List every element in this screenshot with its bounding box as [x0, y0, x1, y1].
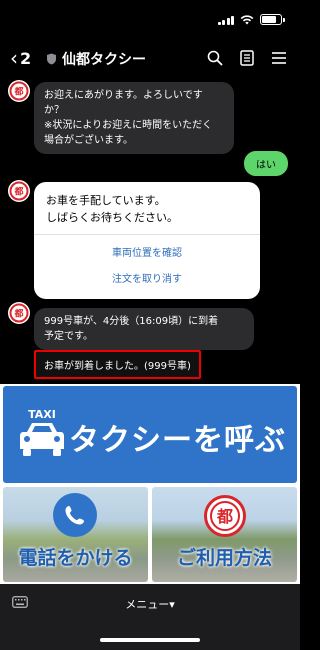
sendo-taxi-logo-icon: 都	[9, 81, 29, 101]
message-line: お車を手配しています。	[46, 194, 166, 207]
wifi-icon	[240, 14, 254, 24]
notes-button[interactable]	[238, 49, 256, 67]
message-bubble-reply: はい	[244, 151, 288, 176]
svg-text:都: 都	[13, 86, 23, 98]
how-to-use-label: ご利用方法	[176, 547, 272, 569]
rich-menu: TAXI タクシーを呼ぶ 電話をかける 都 ご利用方法	[0, 384, 300, 584]
svg-text:都: 都	[216, 507, 233, 526]
home-indicator[interactable]	[100, 638, 200, 642]
chat-header: ‹ 2 仙都タクシー	[0, 38, 300, 78]
message-line: か？	[44, 105, 64, 116]
check-vehicle-location-button[interactable]: 車両位置を確認	[34, 241, 260, 267]
notes-icon	[240, 50, 254, 66]
message-bubble-greeting: お迎えにあがります。よろしいです か？ ※状況によりお迎えに時間をいただく 場合…	[34, 82, 234, 154]
how-to-use-button[interactable]: 都 ご利用方法	[152, 487, 297, 582]
message-line: しばらくお待ちください。	[46, 211, 178, 224]
message-line: 場合がございます。	[44, 135, 133, 146]
call-phone-button[interactable]: 電話をかける	[3, 487, 148, 582]
chat-title: 仙都タクシー	[62, 52, 146, 68]
back-button[interactable]: ‹ 2	[10, 48, 31, 68]
call-taxi-button[interactable]: TAXI タクシーを呼ぶ	[3, 386, 297, 483]
chat-title-group[interactable]: 仙都タクシー	[46, 49, 146, 69]
rich-menu-toggle[interactable]: メニュー▾	[0, 596, 300, 612]
menu-button[interactable]	[270, 49, 288, 67]
phone-icon	[53, 493, 97, 537]
bottom-bar: メニュー▾	[0, 584, 300, 650]
dispatch-card: お車を手配しています。 しばらくお待ちください。 車両位置を確認 注文を取り消す	[34, 182, 260, 299]
taxi-car-icon: TAXI	[20, 408, 64, 456]
chat-message-list[interactable]: 都 お迎えにあがります。よろしいです か？ ※状況によりお迎えに時間をいただく …	[0, 78, 300, 384]
cancel-order-button[interactable]: 注文を取り消す	[34, 267, 260, 293]
verified-shield-icon	[47, 53, 56, 65]
bot-avatar[interactable]: 都	[8, 180, 30, 202]
svg-text:都: 都	[13, 308, 23, 320]
message-line: 999号車が、4分後（16:09頃）に到着	[44, 316, 219, 327]
chevron-left-icon: ‹	[10, 46, 18, 70]
battery-icon	[260, 14, 285, 25]
cellular-signal-icon	[217, 15, 234, 25]
bot-avatar[interactable]: 都	[8, 80, 30, 102]
svg-text:TAXI: TAXI	[28, 408, 56, 421]
message-arrived-highlighted: お車が到着しました。(999号車)	[34, 350, 201, 379]
search-button[interactable]	[206, 49, 224, 67]
status-icons	[217, 14, 285, 25]
status-bar	[0, 0, 300, 38]
message-line: お迎えにあがります。よろしいです	[44, 90, 203, 101]
message-line: 予定です。	[44, 331, 93, 342]
sendo-taxi-logo-icon: 都	[9, 303, 29, 323]
bot-avatar[interactable]: 都	[8, 302, 30, 324]
hamburger-menu-icon	[272, 52, 286, 64]
call-taxi-label: タクシーを呼ぶ	[69, 423, 286, 458]
call-phone-label: 電話をかける	[18, 547, 133, 569]
header-actions	[206, 49, 288, 67]
back-unread-count: 2	[20, 48, 32, 68]
message-bubble-eta: 999号車が、4分後（16:09頃）に到着 予定です。	[34, 308, 254, 350]
search-icon	[207, 50, 223, 66]
dispatch-card-text: お車を手配しています。 しばらくお待ちください。	[34, 182, 260, 234]
sendo-taxi-logo-icon: 都	[204, 495, 246, 537]
sendo-taxi-logo-icon: 都	[9, 181, 29, 201]
svg-text:都: 都	[13, 186, 23, 198]
message-line: ※状況によりお迎えに時間をいただく	[44, 120, 213, 131]
